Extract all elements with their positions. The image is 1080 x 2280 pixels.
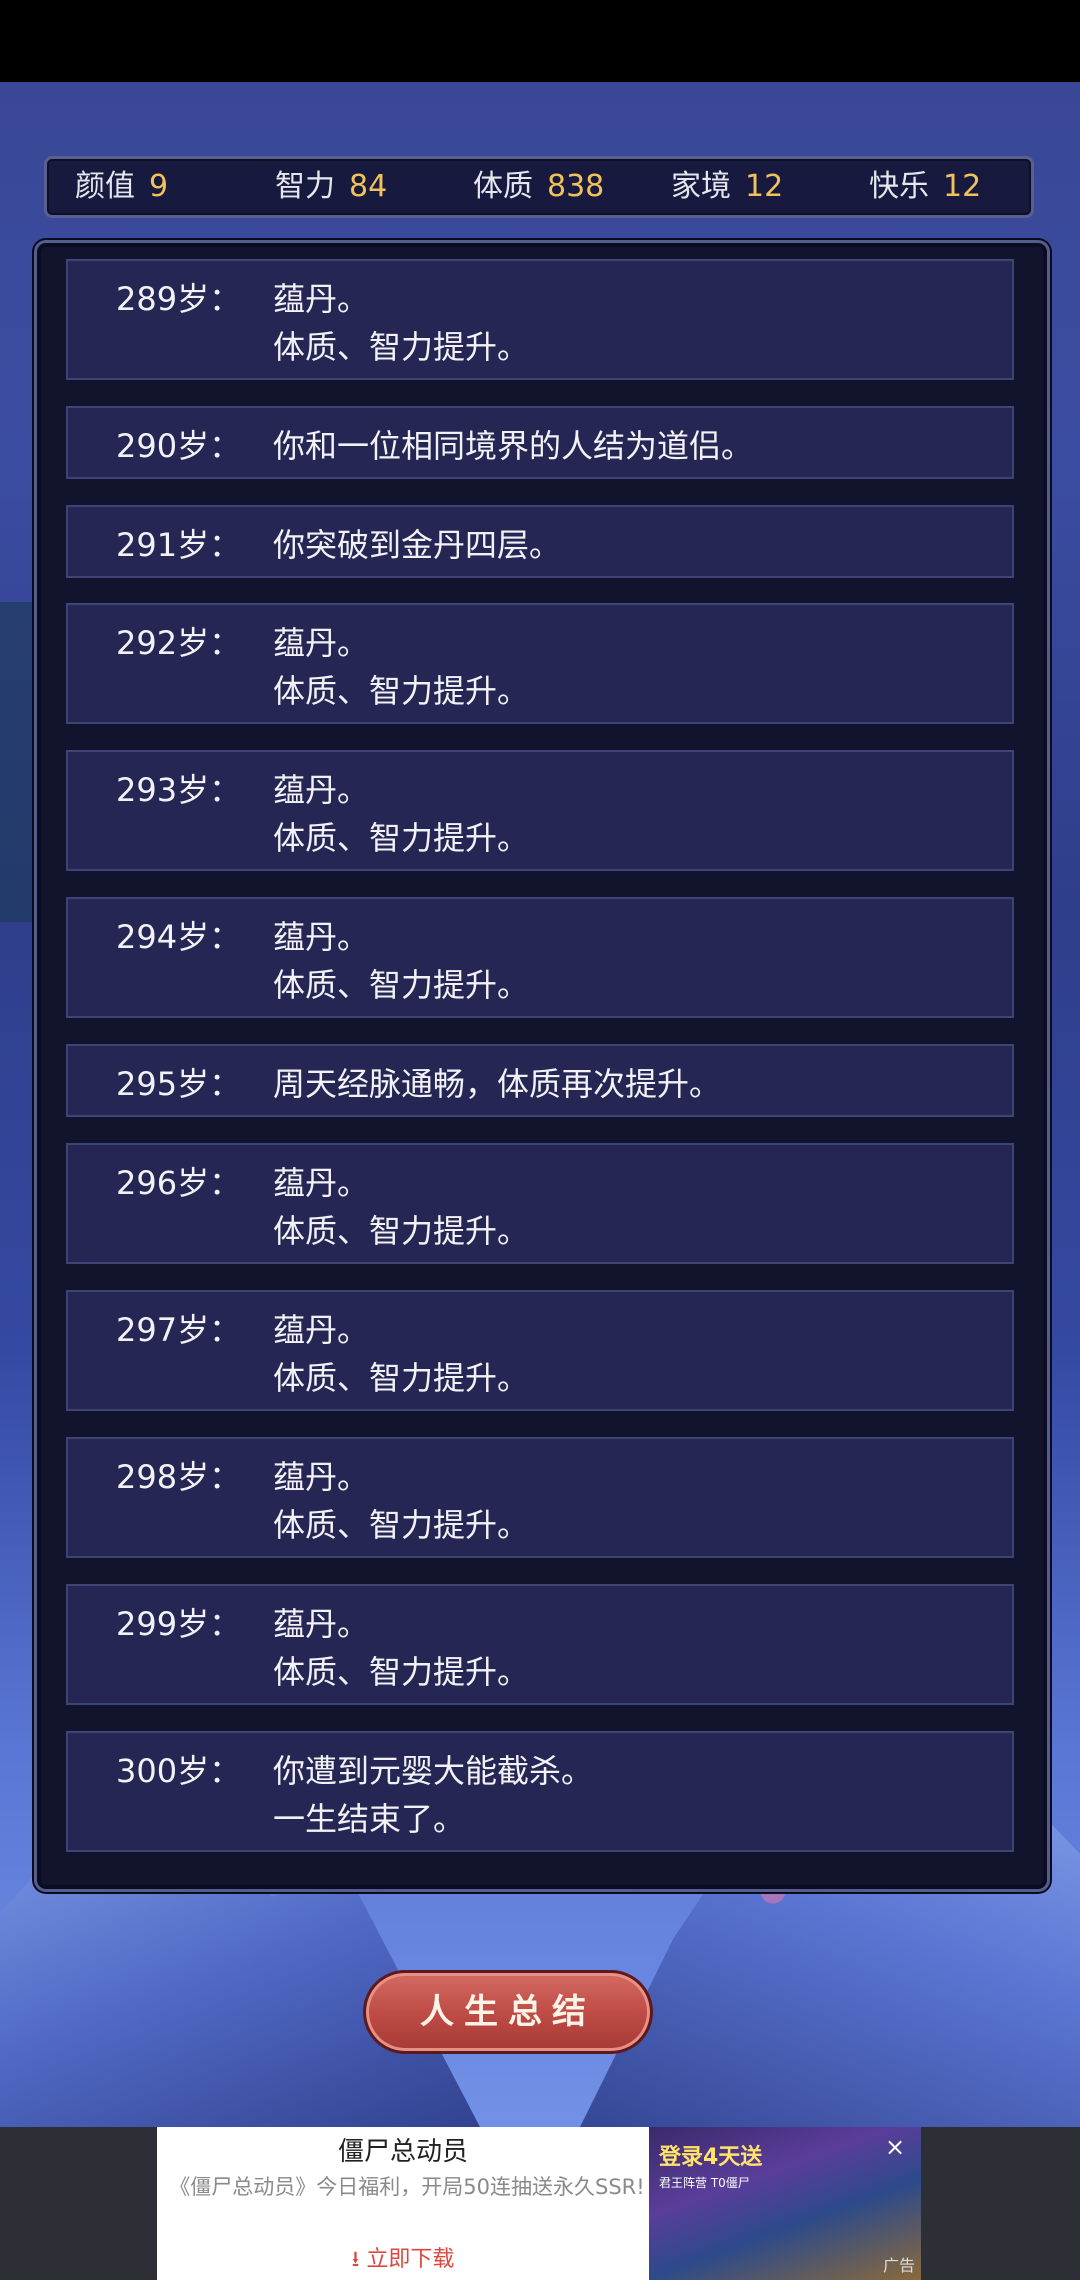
event-age: 298岁：	[116, 1458, 242, 1496]
event-text: 蕴丹。 体质、智力提升。	[273, 1159, 529, 1255]
ad-download-label: 立即下载	[366, 2247, 455, 2272]
event-text: 蕴丹。 体质、智力提升。	[273, 1453, 529, 1549]
event-age: 292岁：	[116, 624, 242, 662]
stat-value: 838	[547, 169, 605, 204]
event-line: 体质、智力提升。	[273, 1653, 530, 1691]
event-line: 你遭到元婴大能截杀。	[273, 1752, 594, 1790]
event-text: 你遭到元婴大能截杀。 一生结束了。	[273, 1747, 593, 1843]
ad-banner[interactable]: 僵尸总动员 《僵尸总动员》今日福利，开局50连抽送永久SSR! ⭳ 立即下载 登…	[157, 2127, 921, 2280]
event-row: 299岁： 蕴丹。 体质、智力提升。	[66, 1584, 1014, 1705]
event-line: 你突破到金丹四层。	[273, 526, 562, 564]
event-line: 蕴丹。	[273, 1164, 370, 1202]
ad-image[interactable]: 登录4天送 君王阵营 T0僵尸 × 广告	[649, 2127, 921, 2280]
stat-appearance: 颜值 9	[75, 159, 168, 215]
event-age: 291岁：	[116, 526, 242, 564]
event-row: 296岁： 蕴丹。 体质、智力提升。	[66, 1143, 1014, 1264]
event-age: 293岁：	[116, 771, 242, 809]
close-icon[interactable]: ×	[883, 2135, 907, 2159]
event-line: 蕴丹。	[273, 1605, 370, 1643]
ad-description[interactable]: 《僵尸总动员》今日福利，开局50连抽送永久SSR!	[165, 2173, 649, 2201]
event-line: 一生结束了。	[273, 1800, 466, 1838]
event-text: 蕴丹。 体质、智力提升。	[273, 766, 529, 862]
event-row: 295岁： 周天经脉通畅，体质再次提升。	[66, 1044, 1014, 1117]
event-text: 蕴丹。 体质、智力提升。	[273, 1306, 529, 1402]
stat-label: 体质	[473, 169, 533, 204]
event-age: 290岁：	[116, 427, 242, 465]
event-text: 蕴丹。 体质、智力提升。	[273, 619, 529, 715]
stat-value: 84	[349, 169, 388, 204]
stat-label: 智力	[275, 169, 335, 204]
event-line: 体质、智力提升。	[273, 328, 530, 366]
event-line: 周天经脉通畅，体质再次提升。	[273, 1065, 722, 1103]
event-line: 体质、智力提升。	[273, 1212, 530, 1250]
stat-happiness: 快乐 12	[869, 159, 981, 215]
event-line: 体质、智力提升。	[273, 672, 530, 710]
event-text: 蕴丹。 体质、智力提升。	[273, 275, 529, 371]
event-age: 299岁：	[116, 1605, 242, 1643]
status-bar	[0, 0, 1080, 82]
stat-intelligence: 智力 84	[275, 159, 387, 215]
stat-value: 12	[745, 169, 784, 204]
event-age: 300岁：	[116, 1752, 242, 1790]
event-age: 297岁：	[116, 1311, 242, 1349]
stat-value: 9	[149, 169, 169, 204]
event-text: 周天经脉通畅，体质再次提升。	[273, 1060, 721, 1108]
ad-title[interactable]: 僵尸总动员	[157, 2131, 649, 2168]
event-line: 蕴丹。	[273, 624, 370, 662]
event-age: 296岁：	[116, 1164, 242, 1202]
stat-constitution: 体质 838	[473, 159, 604, 215]
event-line: 蕴丹。	[273, 771, 370, 809]
event-row: 291岁： 你突破到金丹四层。	[66, 505, 1014, 578]
stat-label: 快乐	[869, 169, 929, 204]
ad-tag: 广告	[882, 2256, 915, 2275]
event-row: 300岁： 你遭到元婴大能截杀。 一生结束了。	[66, 1731, 1014, 1852]
event-row: 293岁： 蕴丹。 体质、智力提升。	[66, 750, 1014, 871]
ad-image-subtext: 君王阵营 T0僵尸	[659, 2176, 750, 2190]
life-summary-button[interactable]: 人生总结	[363, 1970, 653, 2054]
ad-image-headline: 登录4天送	[659, 2145, 763, 2170]
event-line: 蕴丹。	[273, 280, 370, 318]
event-row: 298岁： 蕴丹。 体质、智力提升。	[66, 1437, 1014, 1558]
event-age: 289岁：	[116, 280, 242, 318]
event-row: 297岁： 蕴丹。 体质、智力提升。	[66, 1290, 1014, 1411]
event-row: 290岁： 你和一位相同境界的人结为道侣。	[66, 406, 1014, 479]
event-line: 你和一位相同境界的人结为道侣。	[273, 427, 754, 465]
stat-label: 颜值	[75, 169, 135, 204]
event-text: 蕴丹。 体质、智力提升。	[273, 1600, 529, 1696]
event-line: 体质、智力提升。	[273, 819, 530, 857]
event-line: 蕴丹。	[273, 1458, 370, 1496]
event-line: 蕴丹。	[273, 1311, 370, 1349]
stat-value: 12	[943, 169, 982, 204]
event-line: 蕴丹。	[273, 918, 370, 956]
download-icon: ⭳	[351, 2247, 360, 2272]
event-text: 蕴丹。 体质、智力提升。	[273, 913, 529, 1009]
event-row: 294岁： 蕴丹。 体质、智力提升。	[66, 897, 1014, 1018]
event-line: 体质、智力提升。	[273, 1506, 530, 1544]
event-text: 你突破到金丹四层。	[273, 521, 561, 569]
event-line: 体质、智力提升。	[273, 966, 530, 1004]
stats-bar: 颜值 9 智力 84 体质 838 家境 12 快乐 12	[44, 156, 1034, 218]
event-text: 你和一位相同境界的人结为道侣。	[273, 422, 753, 470]
event-row: 289岁： 蕴丹。 体质、智力提升。	[66, 259, 1014, 380]
event-age: 294岁：	[116, 918, 242, 956]
stat-label: 家境	[671, 169, 731, 204]
event-row: 292岁： 蕴丹。 体质、智力提升。	[66, 603, 1014, 724]
stat-family: 家境 12	[671, 159, 783, 215]
event-line: 体质、智力提升。	[273, 1359, 530, 1397]
event-age: 295岁：	[116, 1065, 242, 1103]
ad-download-link[interactable]: ⭳ 立即下载	[157, 2241, 649, 2280]
